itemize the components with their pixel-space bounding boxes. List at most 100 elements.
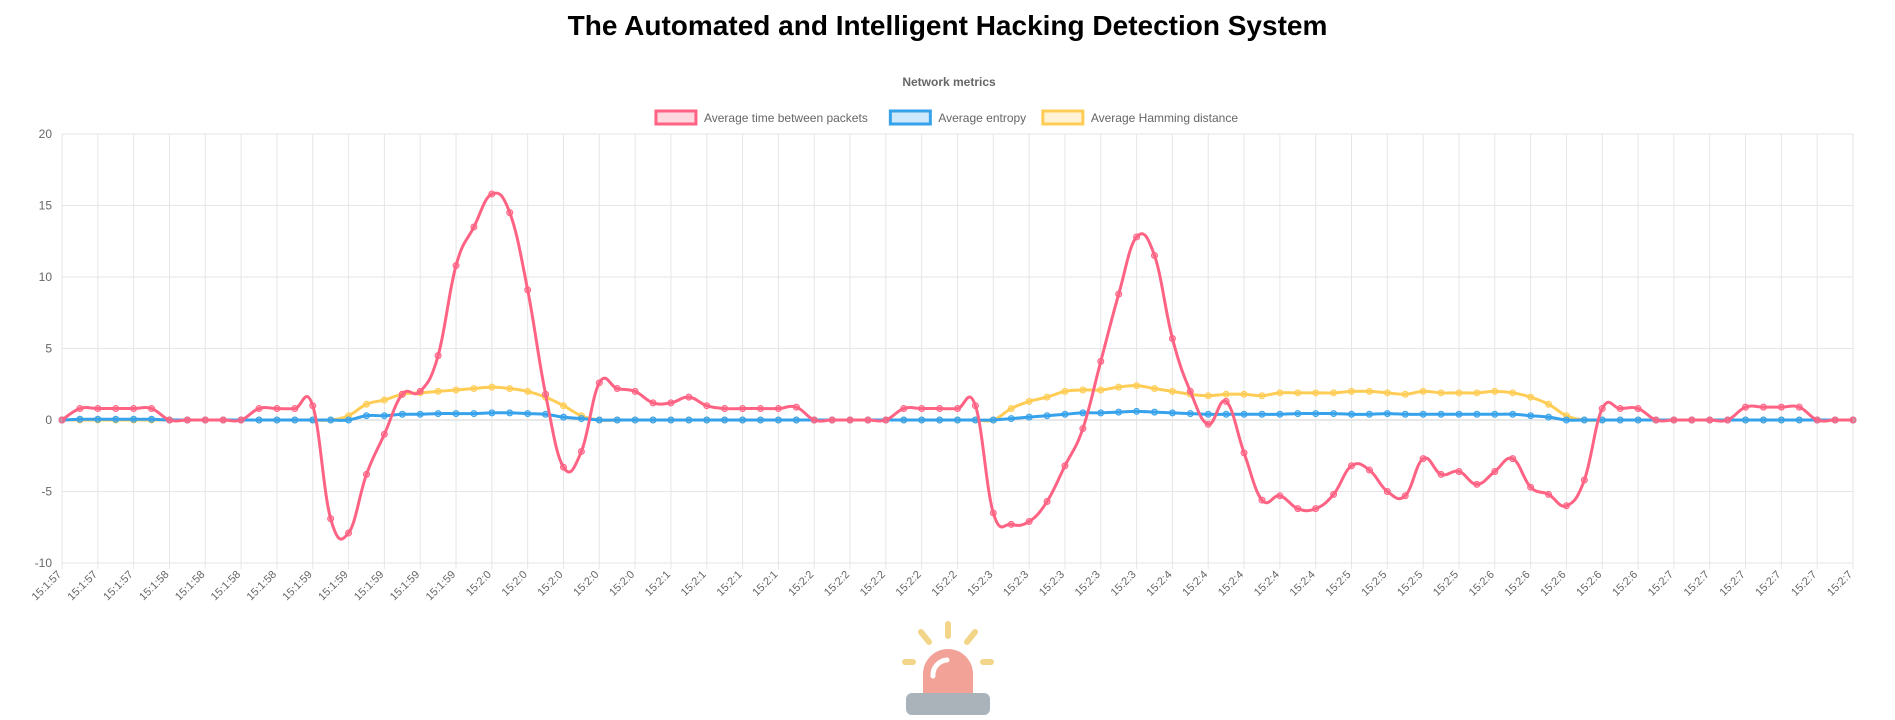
data-point	[703, 416, 711, 424]
data-point	[1330, 490, 1338, 498]
data-point	[774, 405, 782, 413]
x-tick-label: 15:2:1	[750, 569, 780, 599]
x-tick-label: 15:2:4	[1288, 569, 1318, 599]
data-point	[1795, 416, 1803, 424]
x-tick-label: 15:2:5	[1395, 569, 1425, 599]
data-point	[1383, 410, 1391, 418]
y-tick-label: 0	[45, 413, 52, 427]
data-point	[237, 416, 245, 424]
data-point	[1079, 386, 1087, 394]
data-point	[506, 209, 514, 217]
data-point	[1527, 393, 1535, 401]
data-point	[434, 410, 442, 418]
data-point	[1312, 389, 1320, 397]
data-point	[1365, 387, 1373, 395]
data-point	[756, 416, 764, 424]
data-point	[1580, 476, 1588, 484]
data-point	[1545, 400, 1553, 408]
data-point	[434, 352, 442, 360]
legend-item[interactable]: Average entropy	[888, 109, 1026, 126]
chart-grid	[61, 133, 1854, 569]
y-tick-label: 10	[39, 270, 53, 284]
data-point	[488, 409, 496, 417]
data-point	[1276, 389, 1284, 397]
data-point	[452, 410, 460, 418]
data-point	[327, 515, 335, 523]
data-point	[94, 415, 102, 423]
data-point	[1473, 410, 1481, 418]
data-point	[1133, 407, 1141, 415]
data-point	[345, 529, 353, 537]
data-point	[201, 416, 209, 424]
data-point	[398, 410, 406, 418]
data-point	[380, 430, 388, 438]
data-point	[1312, 505, 1320, 513]
data-point	[774, 416, 782, 424]
data-point	[1204, 420, 1212, 428]
data-point	[882, 416, 890, 424]
data-point	[721, 416, 729, 424]
x-tick-label: 15:1:59	[316, 569, 350, 603]
data-point	[1616, 405, 1624, 413]
data-point	[685, 416, 693, 424]
x-tick-label: 15:2:0	[464, 569, 494, 599]
data-point	[1133, 233, 1141, 241]
data-point	[1115, 290, 1123, 298]
data-point	[1652, 416, 1660, 424]
data-point	[1097, 386, 1105, 394]
data-point	[1294, 505, 1302, 513]
data-point	[649, 399, 657, 407]
x-tick-label: 15:1:59	[424, 569, 458, 603]
data-point	[1383, 488, 1391, 495]
data-point	[112, 405, 120, 413]
legend-item[interactable]: Average time between packets	[654, 109, 868, 126]
data-point	[1527, 483, 1535, 491]
data-point	[452, 262, 460, 270]
y-axis: -10 -5 0 5 10 15 20	[35, 127, 53, 570]
data-point	[1222, 390, 1230, 398]
x-tick-label: 15:1:58	[173, 569, 207, 603]
data-point	[488, 383, 496, 391]
x-tick-label: 15:2:3	[1109, 569, 1139, 599]
x-tick-label: 15:2:7	[1753, 569, 1783, 599]
data-point	[1079, 409, 1087, 417]
data-point	[165, 416, 173, 424]
data-point	[577, 447, 585, 455]
data-point	[559, 463, 567, 471]
x-tick-label: 15:2:5	[1431, 569, 1461, 599]
data-point	[1025, 413, 1033, 421]
data-point	[989, 416, 997, 424]
legend-item[interactable]: Average Hamming distance	[1041, 109, 1239, 126]
x-axis: 15:1:57 15:1:57 15:1:57 15:1:58 15:1:58 15:1:…	[30, 569, 1855, 603]
data-point	[1419, 387, 1427, 395]
data-point	[1401, 390, 1409, 398]
data-point	[1742, 403, 1750, 411]
data-point	[577, 415, 585, 423]
data-point	[918, 405, 926, 413]
data-point	[1849, 416, 1857, 424]
x-tick-label: 15:2:7	[1646, 569, 1676, 599]
x-tick-label: 15:1:57	[66, 569, 100, 603]
data-point	[524, 286, 532, 294]
data-point	[416, 410, 424, 418]
data-point	[1545, 413, 1553, 421]
data-point	[721, 405, 729, 413]
x-tick-label: 15:2:1	[715, 569, 745, 599]
x-tick-label: 15:2:4	[1180, 569, 1210, 599]
data-point	[1240, 390, 1248, 398]
data-point	[470, 223, 478, 231]
data-point	[1061, 410, 1069, 418]
data-point	[1455, 410, 1463, 418]
data-point	[1419, 455, 1427, 463]
data-point	[255, 416, 263, 424]
data-point	[1186, 387, 1194, 395]
x-tick-label: 15:2:7	[1789, 569, 1819, 599]
data-point	[130, 415, 138, 423]
data-point	[1383, 389, 1391, 397]
data-point	[1348, 387, 1356, 395]
data-point	[1061, 387, 1069, 395]
data-point	[1348, 462, 1356, 470]
data-point	[1115, 383, 1123, 391]
data-point	[1276, 410, 1284, 418]
x-tick-label: 15:2:1	[643, 569, 673, 599]
